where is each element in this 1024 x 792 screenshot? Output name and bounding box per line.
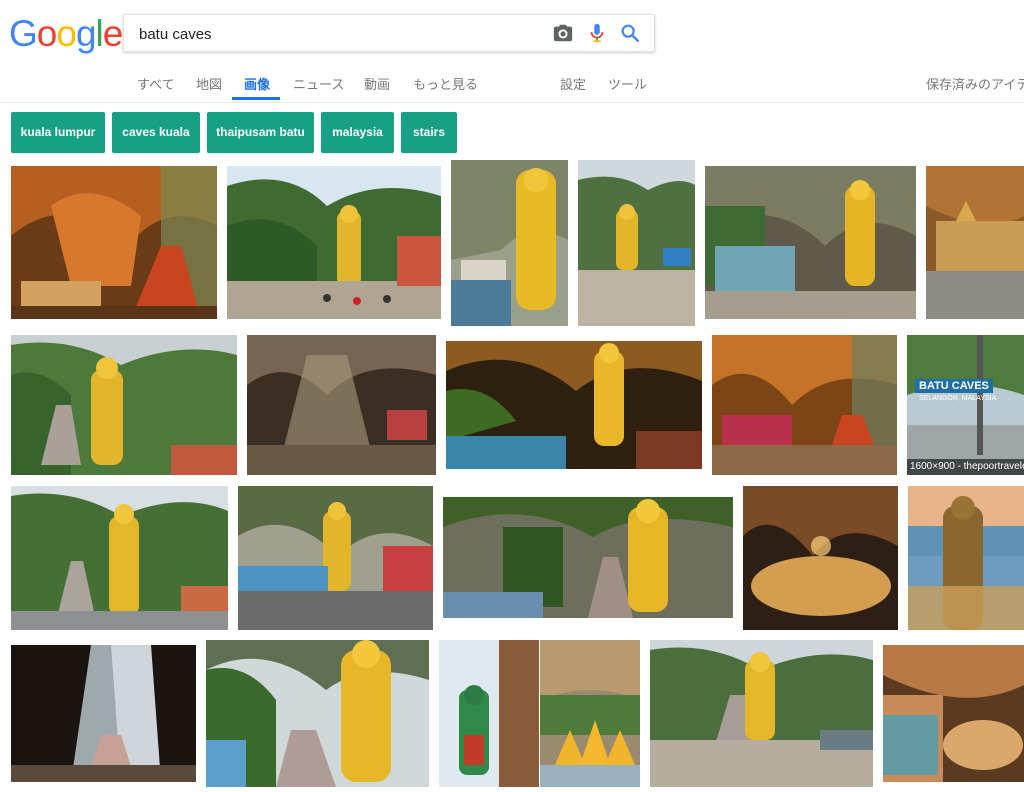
tab-settings[interactable]: 設定 xyxy=(560,74,586,93)
tab-videos[interactable]: 動画 xyxy=(364,74,390,93)
chip-stairs[interactable]: stairs xyxy=(401,112,457,153)
search-box xyxy=(123,14,655,52)
image-result[interactable] xyxy=(11,166,217,319)
image-result[interactable] xyxy=(11,335,237,475)
image-result[interactable] xyxy=(578,160,695,326)
active-tab-indicator xyxy=(232,97,280,100)
chip-malaysia[interactable]: malaysia xyxy=(321,112,394,153)
sign-title: BATU CAVES xyxy=(915,379,993,393)
logo-letter: o xyxy=(36,13,58,54)
camera-icon[interactable] xyxy=(552,22,574,44)
logo-letter: o xyxy=(56,13,77,54)
image-result[interactable] xyxy=(743,486,898,630)
image-result[interactable] xyxy=(11,486,228,630)
logo-letter: e xyxy=(102,13,124,54)
image-result[interactable]: BATU CAVES SELANGOR, MALAYSIA 1600×900 -… xyxy=(907,335,1024,475)
search-input[interactable] xyxy=(137,21,541,47)
search-tabs: すべて 地図 画像 ニュース 動画 もっと見る 設定 ツール 保存済みのアイテム… xyxy=(0,62,1024,103)
image-result[interactable] xyxy=(247,335,436,475)
sign-subtitle: SELANGOR, MALAYSIA xyxy=(919,395,997,402)
microphone-icon[interactable] xyxy=(586,22,608,44)
chip-kuala-lumpur[interactable]: kuala lumpur xyxy=(11,112,105,153)
search-icon[interactable] xyxy=(619,22,641,44)
image-size-source-label: 1600×900 - thepoortraveler... xyxy=(907,459,1024,475)
tab-all[interactable]: すべて xyxy=(137,74,175,93)
image-result[interactable] xyxy=(883,645,1024,782)
tab-maps[interactable]: 地図 xyxy=(196,74,222,93)
saved-items-link[interactable]: 保存済みのアイテムを xyxy=(926,74,1024,93)
image-result[interactable] xyxy=(705,166,916,319)
tab-tools[interactable]: ツール xyxy=(608,74,647,93)
tab-images[interactable]: 画像 xyxy=(244,74,270,93)
image-result[interactable] xyxy=(238,486,433,630)
image-result[interactable] xyxy=(540,640,640,787)
tab-news[interactable]: ニュース xyxy=(293,74,344,93)
image-result[interactable] xyxy=(908,486,1024,630)
image-result[interactable] xyxy=(451,160,568,326)
logo-letter: l xyxy=(95,13,104,54)
image-result[interactable] xyxy=(11,645,196,782)
image-result[interactable] xyxy=(926,166,1024,319)
image-result[interactable] xyxy=(206,640,429,787)
image-result[interactable] xyxy=(712,335,897,475)
image-result[interactable] xyxy=(227,166,441,319)
image-result[interactable] xyxy=(650,640,873,787)
google-logo[interactable]: Google xyxy=(9,13,124,54)
chip-caves-kuala[interactable]: caves kuala xyxy=(112,112,200,153)
logo-letter: G xyxy=(9,13,38,54)
image-result[interactable] xyxy=(446,341,702,469)
chip-thaipusam-batu[interactable]: thaipusam batu xyxy=(207,112,314,153)
logo-letter: g xyxy=(75,13,97,54)
image-result[interactable] xyxy=(439,640,539,787)
image-result[interactable] xyxy=(443,497,733,618)
tab-more[interactable]: もっと見る xyxy=(413,74,478,93)
